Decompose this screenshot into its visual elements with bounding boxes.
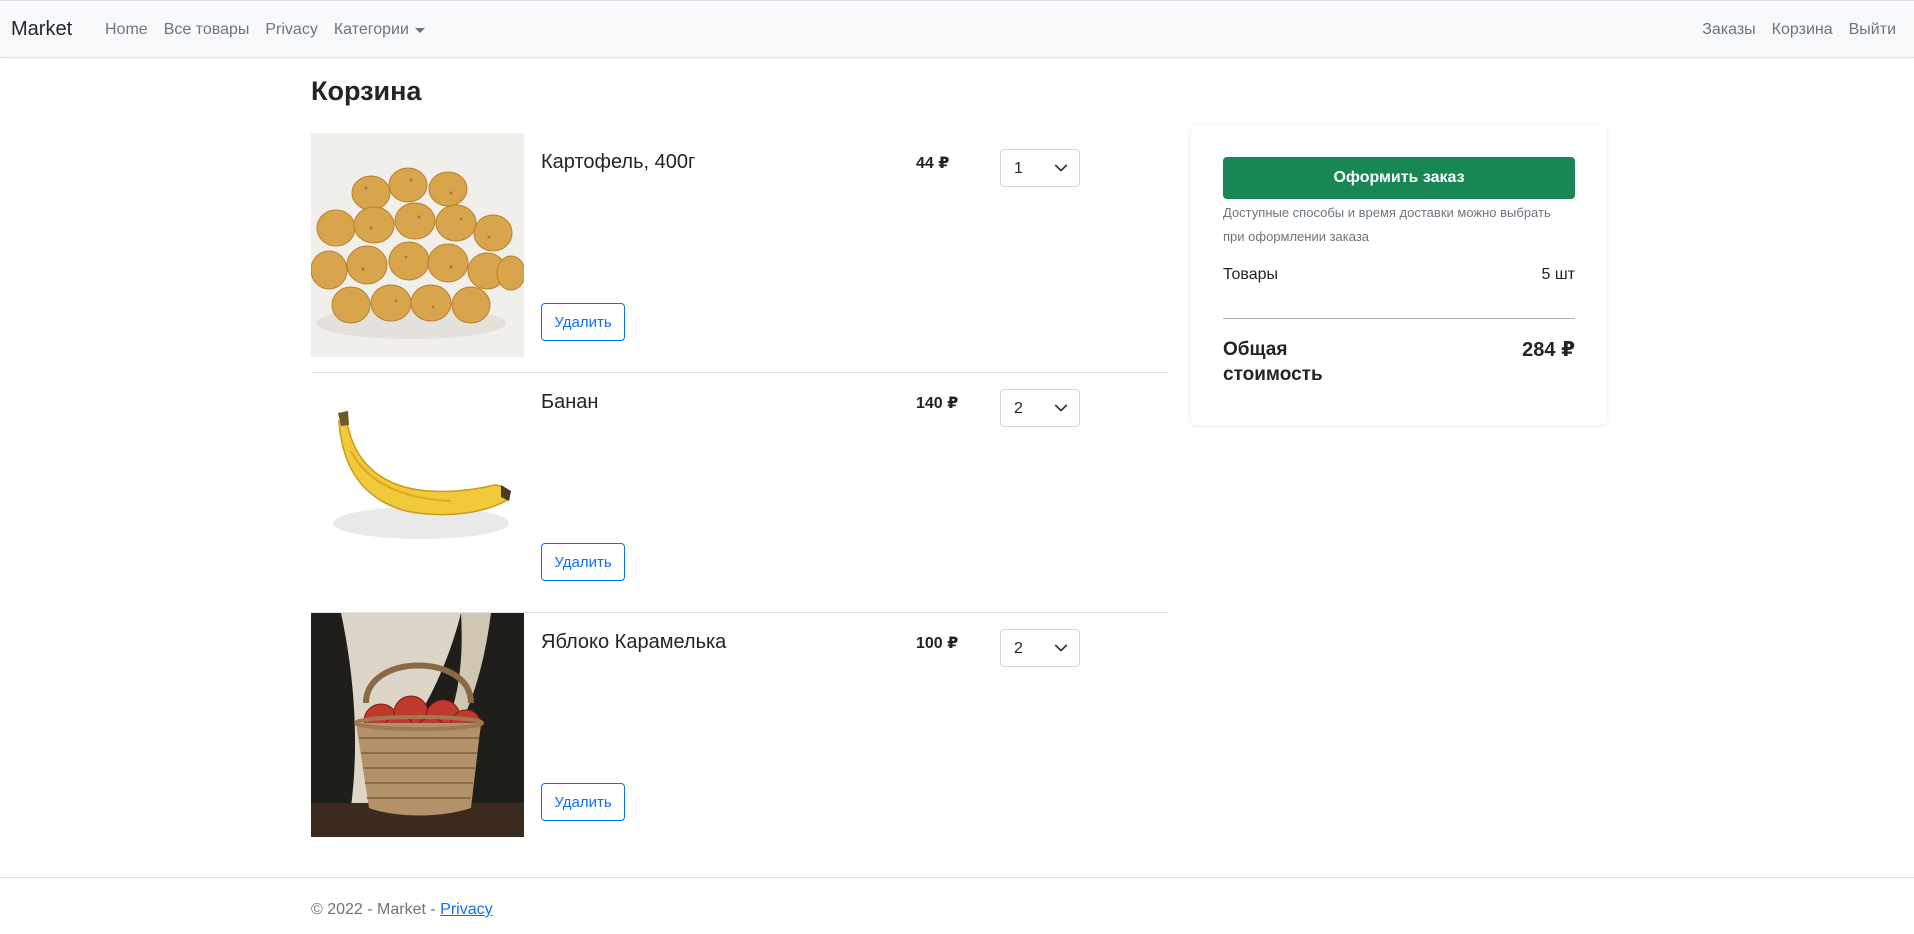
quantity-select[interactable]: 2: [1000, 629, 1080, 667]
item-price: 100 ₽: [916, 635, 959, 652]
nav-link-home[interactable]: Home: [97, 21, 156, 39]
item-name: Банан: [541, 391, 599, 413]
footer-text: © 2022 - Market - Privacy: [311, 901, 493, 919]
summary-divider: [1223, 318, 1575, 319]
caret-down-icon: [414, 27, 425, 33]
categories-label: Категории: [333, 21, 409, 38]
nav-link-privacy[interactable]: Privacy: [257, 21, 325, 39]
cart-item: Яблоко Карамелька 100 ₽ 2 Удалить: [311, 613, 1168, 853]
item-name: Картофель, 400г: [541, 151, 696, 173]
item-name: Яблоко Карамелька: [541, 631, 727, 653]
page-title: Корзина: [311, 76, 422, 106]
nav-right: Заказы Корзина Выйти: [1694, 21, 1904, 39]
goods-count-label: Товары: [1223, 266, 1279, 283]
nav-link-logout[interactable]: Выйти: [1841, 21, 1904, 39]
remove-button[interactable]: Удалить: [541, 783, 625, 821]
footer: © 2022 - Market - Privacy: [0, 877, 1914, 934]
goods-count-value: 5 шт: [1541, 266, 1575, 283]
quantity-value: 2: [1014, 640, 1023, 657]
checkout-button[interactable]: Оформить заказ: [1223, 157, 1575, 199]
brand-link[interactable]: Market: [11, 18, 72, 41]
quantity-value: 2: [1014, 400, 1023, 417]
nav-dropdown-categories[interactable]: Категории: [326, 21, 433, 39]
chevron-down-icon: [1054, 404, 1068, 412]
apple-basket-image: [311, 613, 524, 837]
total-label: Общая стоимость: [1223, 339, 1323, 385]
top-navbar: Market Home Все товары Privacy Категории…: [0, 0, 1914, 58]
banana-image: [311, 381, 524, 605]
nav-link-cart[interactable]: Корзина: [1764, 21, 1841, 39]
footer-privacy-link[interactable]: Privacy: [440, 901, 492, 918]
total-value: 284 ₽: [1522, 339, 1575, 361]
nav-link-orders[interactable]: Заказы: [1694, 21, 1763, 39]
chevron-down-icon: [1054, 644, 1068, 652]
potatoes-image: [311, 133, 524, 357]
quantity-select[interactable]: 2: [1000, 389, 1080, 427]
order-summary-card: Оформить заказ Доступные способы и время…: [1191, 125, 1607, 425]
nav-link-all-products[interactable]: Все товары: [156, 21, 258, 39]
item-price: 140 ₽: [916, 395, 959, 412]
copyright-text: © 2022 - Market -: [311, 901, 441, 918]
nav-left: Home Все товары Privacy Категории: [97, 21, 433, 39]
quantity-select[interactable]: 1: [1000, 149, 1080, 187]
chevron-down-icon: [1054, 164, 1068, 172]
cart-item: Банан 140 ₽ 2 Удалить: [311, 373, 1168, 613]
quantity-value: 1: [1014, 160, 1023, 177]
remove-button[interactable]: Удалить: [541, 303, 625, 341]
delivery-note: Доступные способы и время доставки можно…: [1223, 205, 1551, 244]
cart-item: Картофель, 400г 44 ₽ 1 Удалить: [311, 133, 1168, 373]
remove-button[interactable]: Удалить: [541, 543, 625, 581]
item-price: 44 ₽: [916, 155, 950, 172]
